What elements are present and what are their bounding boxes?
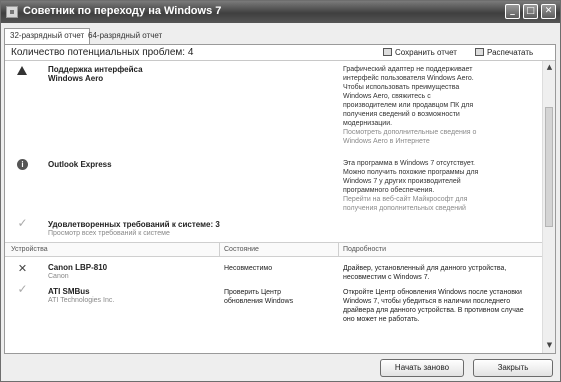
- app-icon: [6, 6, 18, 18]
- scroll-up-icon[interactable]: ▲: [544, 62, 555, 73]
- title-bar[interactable]: Советник по переходу на Windows 7 _ □ ✕: [1, 1, 560, 23]
- save-report-button[interactable]: Сохранить отчет: [383, 48, 457, 57]
- column-divider[interactable]: [219, 243, 220, 257]
- issue-row: ✓ Удовлетворенных требований к системе: …: [5, 216, 542, 240]
- vertical-scrollbar[interactable]: ▲ ▼: [542, 61, 555, 353]
- more-info-link[interactable]: Посмотреть дополнительные сведения о Win…: [343, 128, 533, 146]
- column-header-state[interactable]: Состояние: [224, 246, 259, 253]
- desc-line: Windows 7 у других производителей: [343, 178, 461, 185]
- desc-line: производителем или продавцом ПК для: [343, 102, 474, 109]
- device-state: Несовместимо: [224, 265, 273, 272]
- view-requirements-link[interactable]: Просмотр всех требований к системе: [48, 230, 170, 237]
- tab-64bit-report[interactable]: 64-разрядный отчет: [83, 29, 167, 45]
- desc-line: Чтобы использовать преимущества: [343, 84, 460, 91]
- x-mark-icon: ✕: [17, 263, 28, 275]
- desc-line: интерфейс пользователя Windows Aero.: [343, 75, 474, 82]
- desc-line: Можно получить похожие программы для: [343, 169, 479, 176]
- issue-name-line: Поддержка интерфейса: [48, 65, 143, 74]
- advisor-window: Советник по переходу на Windows 7 _ □ ✕ …: [0, 0, 561, 382]
- floppy-disk-icon: [383, 48, 392, 56]
- desc-line: Windows Aero, свяжитесь с: [343, 93, 431, 100]
- issue-row: Поддержка интерфейса Windows Aero Графич…: [5, 64, 542, 156]
- device-row[interactable]: ✕ Canon LBP-810 Canon Несовместимо Драйв…: [5, 260, 542, 282]
- tab-strip: 32-разрядный отчет 64-разрядный отчет: [1, 23, 560, 45]
- maximize-button[interactable]: □: [523, 4, 538, 19]
- scroll-down-icon[interactable]: ▼: [544, 340, 555, 351]
- printer-icon: [475, 48, 484, 56]
- close-window-button[interactable]: ✕: [541, 4, 556, 19]
- column-divider[interactable]: [338, 243, 339, 257]
- scroll-thumb[interactable]: [545, 107, 553, 227]
- warning-icon: [17, 66, 27, 75]
- minimize-button[interactable]: _: [505, 4, 520, 19]
- link-line: получения дополнительных сведений: [343, 205, 466, 212]
- print-button[interactable]: Распечатать: [475, 48, 533, 57]
- device-manufacturer: Canon: [48, 273, 69, 280]
- window-title: Советник по переходу на Windows 7: [23, 5, 222, 17]
- desc-line: модернизации.: [343, 120, 393, 127]
- save-report-label: Сохранить отчет: [395, 48, 457, 57]
- close-button[interactable]: Закрыть: [473, 359, 553, 377]
- device-table-header: Устройства Состояние Подробности: [5, 242, 542, 257]
- tab-32bit-report[interactable]: 32-разрядный отчет: [4, 28, 91, 45]
- device-details: Откройте Центр обновления Windows после …: [343, 289, 524, 323]
- checkmark-icon: ✓: [17, 216, 28, 230]
- device-details: Драйвер, установленный для данного устро…: [343, 265, 507, 281]
- device-manufacturer: ATI Technologies Inc.: [48, 297, 115, 304]
- link-line: Windows Aero в Интернете: [343, 138, 430, 145]
- issue-row: i Outlook Express Эта программа в Window…: [5, 158, 542, 216]
- desc-line: получения сведений о возможности: [343, 111, 460, 118]
- issue-name-line: Windows Aero: [48, 74, 104, 83]
- requirements-met: Удовлетворенных требований к системе: 3: [48, 220, 220, 229]
- issues-count: Количество потенциальных проблем: 4: [11, 47, 194, 58]
- link-line: Посмотреть дополнительные сведения о: [343, 129, 477, 136]
- device-name: Canon LBP-810: [48, 263, 108, 272]
- more-info-link[interactable]: Перейти на веб-сайт Майкрософт для получ…: [343, 195, 533, 213]
- device-row[interactable]: ✓ ATI SMBus ATI Technologies Inc. Провер…: [5, 282, 542, 350]
- desc-line: программного обеспечения.: [343, 187, 435, 194]
- issue-name: Поддержка интерфейса Windows Aero: [48, 65, 143, 83]
- device-state: Проверить Центр обновления Windows: [224, 289, 294, 305]
- report-panel: Количество потенциальных проблем: 4 Сохр…: [4, 44, 556, 354]
- desc-line: Графический адаптер не поддерживает: [343, 66, 473, 73]
- checkmark-icon: ✓: [17, 282, 28, 296]
- issue-name: Outlook Express: [48, 160, 112, 169]
- device-name: ATI SMBus: [48, 287, 90, 296]
- print-label: Распечатать: [487, 48, 534, 57]
- report-list: Поддержка интерфейса Windows Aero Графич…: [5, 61, 542, 353]
- issue-description: Эта программа в Windows 7 отсутствует. М…: [343, 159, 533, 213]
- desc-line: Эта программа в Windows 7 отсутствует.: [343, 160, 475, 167]
- info-icon: i: [17, 159, 28, 170]
- start-over-button[interactable]: Начать заново: [380, 359, 464, 377]
- link-line: Перейти на веб-сайт Майкрософт для: [343, 196, 468, 203]
- column-header-details[interactable]: Подробности: [343, 246, 386, 253]
- issue-description: Графический адаптер не поддерживает инте…: [343, 65, 533, 146]
- column-header-devices[interactable]: Устройства: [11, 246, 48, 253]
